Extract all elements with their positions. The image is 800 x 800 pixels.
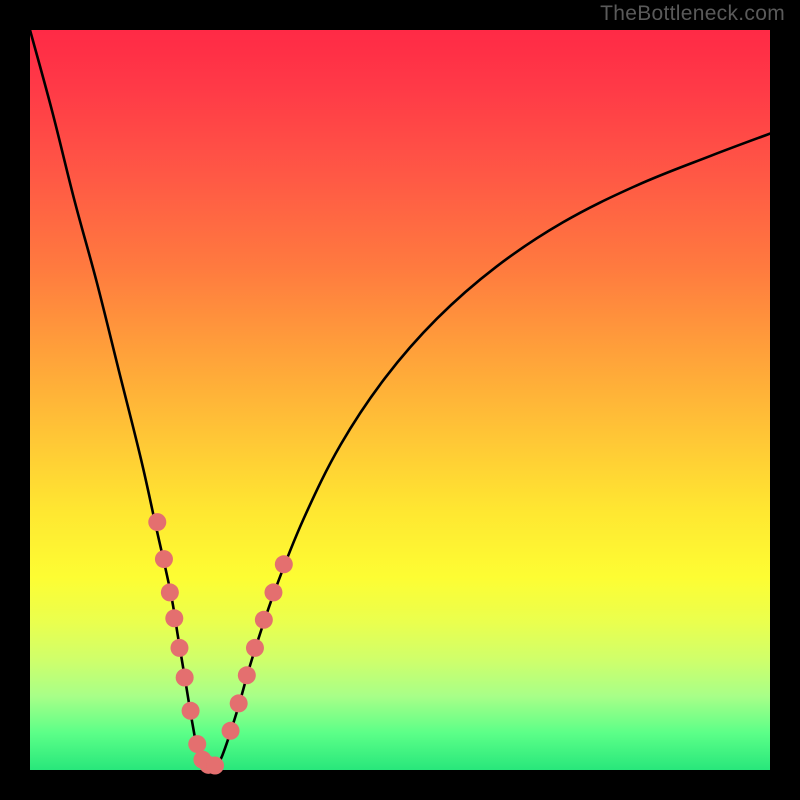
highlight-dot xyxy=(155,550,173,568)
highlight-dot xyxy=(182,702,200,720)
highlight-dot xyxy=(176,669,194,687)
highlight-dot xyxy=(238,666,256,684)
chart-frame: TheBottleneck.com xyxy=(0,0,800,800)
highlight-dot xyxy=(206,757,224,775)
highlight-dot xyxy=(255,611,273,629)
highlight-dot xyxy=(230,694,248,712)
highlight-dot xyxy=(264,583,282,601)
highlight-dot xyxy=(165,609,183,627)
highlight-dot xyxy=(188,735,206,753)
highlight-dot xyxy=(275,555,293,573)
highlight-dot xyxy=(246,639,264,657)
highlight-dot xyxy=(161,583,179,601)
chart-svg xyxy=(0,0,800,800)
highlight-dot xyxy=(170,639,188,657)
highlight-dot xyxy=(148,513,166,531)
bottleneck-curve xyxy=(30,30,770,767)
highlight-dot xyxy=(222,722,240,740)
